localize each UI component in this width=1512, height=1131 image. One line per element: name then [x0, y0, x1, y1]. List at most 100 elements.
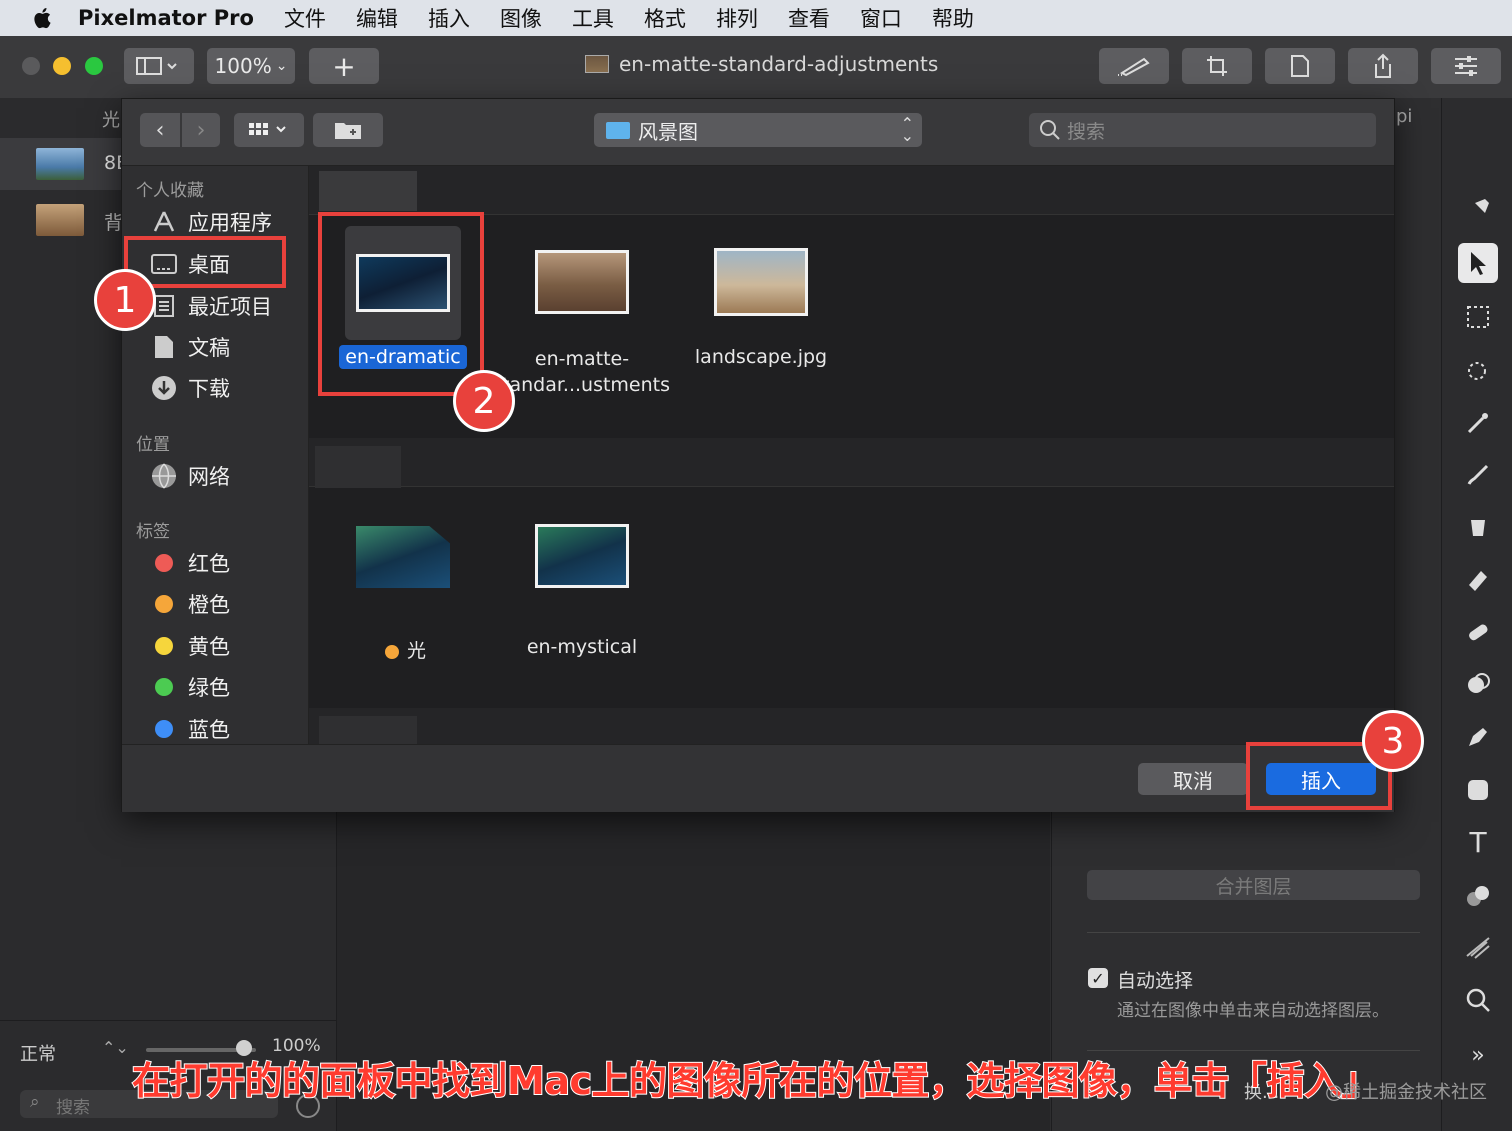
inspector-header: pi: [1396, 106, 1413, 127]
color-adjust-icon[interactable]: [1458, 403, 1498, 443]
applications-icon: [150, 208, 178, 236]
menu-arrange[interactable]: 排列: [716, 3, 758, 33]
sidebar-item-recents[interactable]: 最近项目: [150, 289, 272, 323]
format-tool-button[interactable]: [1099, 48, 1169, 84]
back-button[interactable]: ‹: [140, 113, 180, 147]
group-label-blurred: [319, 716, 417, 744]
zoom-level-value: 100%: [214, 54, 272, 78]
file-thumbnail: [535, 250, 629, 314]
merge-layers-button[interactable]: 合并图层: [1087, 870, 1420, 900]
updown-chevron-icon: ⌃ ⌄: [900, 114, 914, 145]
menu-view[interactable]: 查看: [788, 3, 830, 33]
location-popup[interactable]: 风景图 ⌃ ⌄: [594, 113, 922, 147]
zoom-window-button[interactable]: [85, 57, 103, 75]
file-item-en-mystical[interactable]: en-mystical: [502, 518, 662, 658]
distort-tool-icon[interactable]: [1458, 927, 1498, 967]
close-window-button[interactable]: [22, 57, 40, 75]
folder-icon: [606, 121, 630, 139]
sidebar-tag-orange[interactable]: 橙色: [150, 587, 230, 621]
brush-format-icon: [1118, 57, 1150, 77]
menu-help[interactable]: 帮助: [932, 3, 974, 33]
sidebar-item-applications[interactable]: 应用程序: [150, 205, 272, 239]
file-item-en-matte[interactable]: en-matte-tandar...ustments: [502, 226, 670, 398]
dialog-toolbar: ‹ › 风景图 ⌃ ⌄ 搜索: [122, 99, 1394, 166]
file-name: landscape.jpg: [694, 346, 828, 368]
document-button[interactable]: [1265, 48, 1335, 84]
shape-tool-icon[interactable]: [1458, 770, 1498, 810]
crop-button[interactable]: [1182, 48, 1252, 84]
paint-bucket-icon[interactable]: [1458, 507, 1498, 547]
share-button[interactable]: [1348, 48, 1418, 84]
blend-mode-select[interactable]: 正常: [20, 1040, 56, 1066]
sidebar-item-label: 绿色: [188, 676, 230, 700]
file-item-tagged[interactable]: 光: [323, 518, 483, 663]
arrange-tool-icon[interactable]: [1458, 243, 1498, 283]
zoom-tool-icon[interactable]: [1458, 980, 1498, 1020]
eraser-icon[interactable]: [1458, 560, 1498, 600]
sidebar-tag-blue[interactable]: 蓝色: [150, 712, 230, 746]
auto-select-checkbox[interactable]: ✓: [1088, 968, 1108, 988]
menu-image[interactable]: 图像: [500, 3, 542, 33]
magic-select-icon[interactable]: [1458, 350, 1498, 390]
repair-tool-icon[interactable]: [1458, 612, 1498, 652]
add-button[interactable]: +: [309, 48, 379, 84]
document-title-text: en-matte-standard-adjustments: [619, 52, 939, 76]
style-tool-icon[interactable]: [1458, 190, 1498, 230]
share-icon: [1375, 53, 1391, 78]
menu-format[interactable]: 格式: [644, 3, 686, 33]
search-icon: [1040, 120, 1060, 140]
apple-icon[interactable]: [30, 5, 56, 31]
selection-tool-icon[interactable]: [1458, 297, 1498, 337]
favorites-heading: 个人收藏: [136, 181, 204, 201]
menu-edit[interactable]: 编辑: [356, 3, 398, 33]
file-name-line2: tandar...ustments: [502, 374, 671, 396]
file-item-landscape[interactable]: landscape.jpg: [681, 226, 841, 368]
sidebar-item-label: 红色: [188, 552, 230, 576]
color-picker-icon[interactable]: [1458, 875, 1498, 915]
chevron-down-icon: ⌄: [275, 58, 288, 74]
menu-window[interactable]: 窗口: [860, 3, 902, 33]
file-thumbnail: [535, 524, 629, 588]
layers-search-placeholder: 搜索: [56, 1098, 90, 1118]
text-tool-icon[interactable]: T: [1458, 822, 1498, 862]
file-group-header: [309, 708, 1394, 744]
pen-tool-icon[interactable]: [1458, 717, 1498, 757]
crop-icon: [1207, 56, 1227, 76]
chevron-right-icon: ›: [196, 117, 206, 143]
sidebar-icon: [136, 57, 177, 75]
sidebar-toggle-button[interactable]: [124, 48, 194, 84]
auto-select-label: 自动选择: [1117, 970, 1194, 992]
file-thumbnail: [714, 248, 808, 316]
sidebar-tag-green[interactable]: 绿色: [150, 670, 230, 704]
clone-tool-icon[interactable]: [1458, 664, 1498, 704]
layer-thumbnail: [36, 148, 84, 180]
sidebar-tag-red[interactable]: 红色: [150, 546, 230, 580]
adjustments-button[interactable]: [1431, 48, 1501, 84]
cancel-button[interactable]: 取消: [1138, 763, 1248, 795]
paint-brush-icon[interactable]: [1458, 455, 1498, 495]
new-folder-button[interactable]: [313, 113, 383, 147]
forward-button[interactable]: ›: [182, 113, 220, 147]
documents-icon: [150, 333, 178, 361]
auto-select-description: 通过在图像中单击来自动选择图层。: [1117, 1001, 1389, 1021]
file-group-header: [309, 166, 1394, 215]
menu-insert[interactable]: 插入: [428, 3, 470, 33]
zoom-level-select[interactable]: 100% ⌄: [207, 48, 295, 84]
menu-tools[interactable]: 工具: [572, 3, 614, 33]
sidebar-item-documents[interactable]: 文稿: [150, 330, 230, 364]
dialog-search-input[interactable]: 搜索: [1029, 113, 1376, 147]
sidebar-tag-yellow[interactable]: 黄色: [150, 629, 230, 663]
minimize-window-button[interactable]: [53, 57, 71, 75]
sidebar-item-network[interactable]: 网络: [150, 459, 230, 493]
yellow-tag-dot: [155, 637, 173, 655]
divider: [1087, 932, 1420, 933]
menu-file[interactable]: 文件: [284, 3, 326, 33]
group-label-blurred: [315, 446, 401, 488]
location-name: 风景图: [638, 119, 698, 144]
app-name-menu[interactable]: Pixelmator Pro: [78, 6, 254, 30]
search-icon: ⌕: [30, 1092, 40, 1112]
more-tools-icon[interactable]: »: [1458, 1035, 1498, 1075]
sidebar-item-downloads[interactable]: 下载: [150, 371, 230, 405]
view-mode-button[interactable]: [234, 113, 304, 147]
dialog-button-bar: 取消 插入: [122, 744, 1394, 812]
